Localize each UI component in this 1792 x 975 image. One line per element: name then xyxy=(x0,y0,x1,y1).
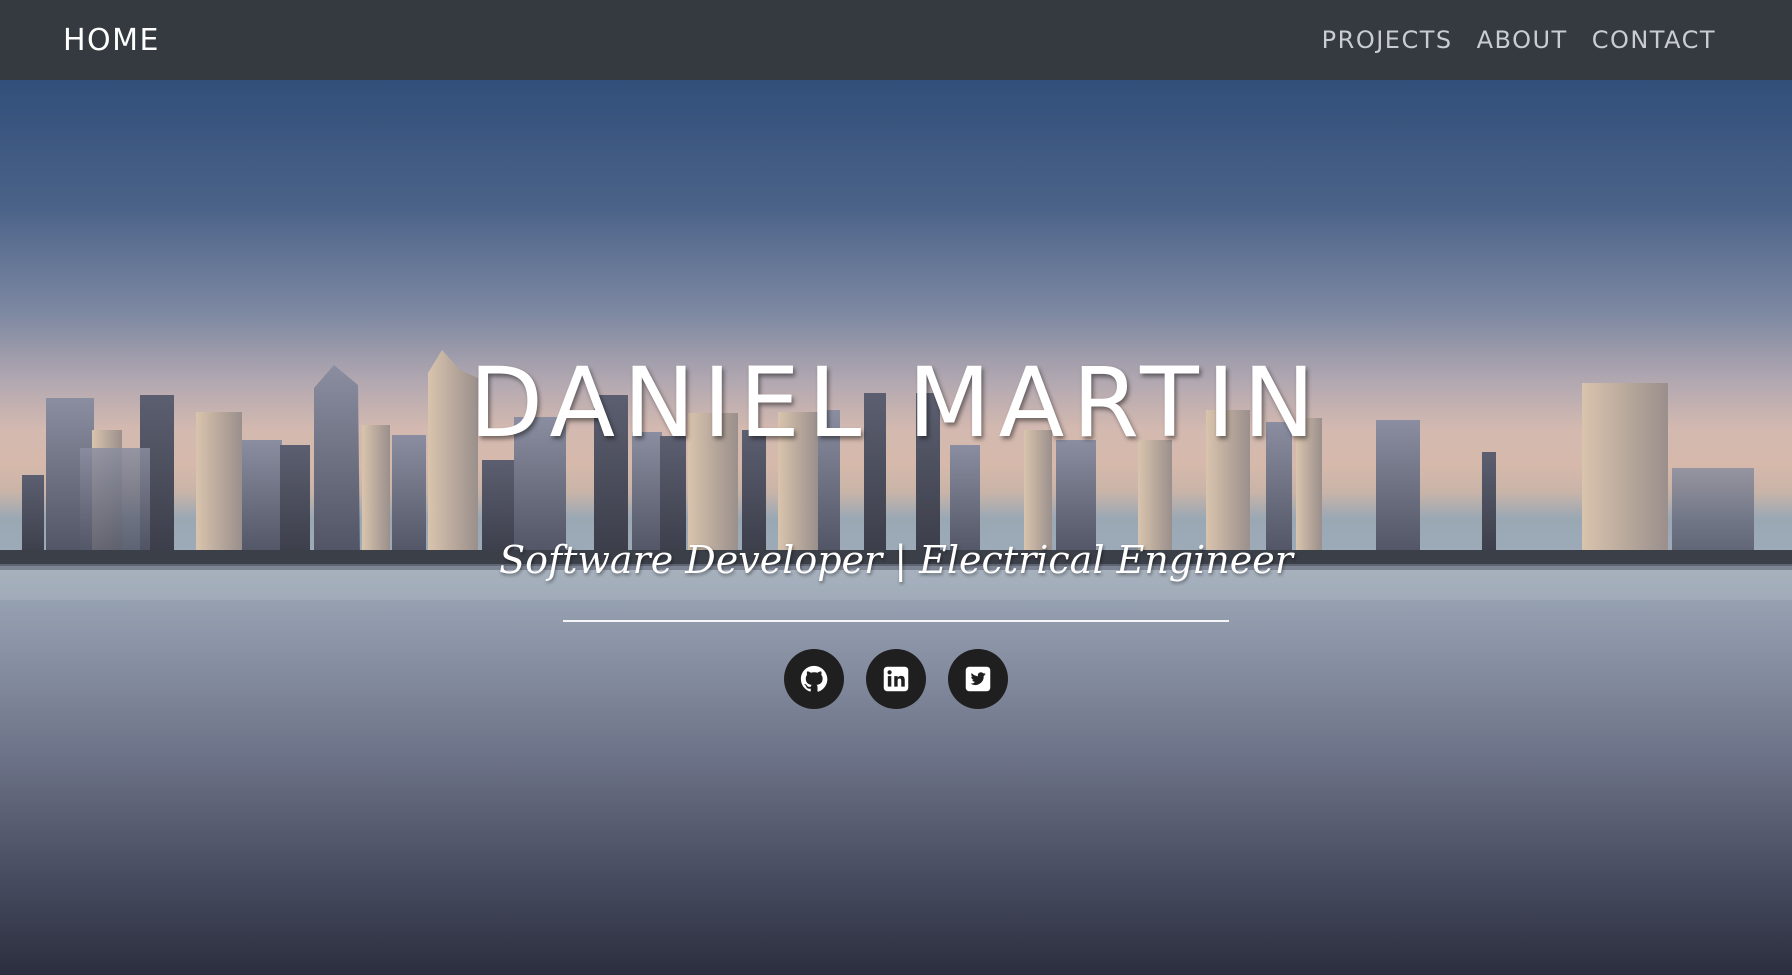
hero-divider xyxy=(563,620,1229,622)
twitter-link[interactable] xyxy=(948,649,1008,709)
nav-link-about[interactable]: ABOUT xyxy=(1477,26,1568,54)
navbar: HOME PROJECTS ABOUT CONTACT xyxy=(0,0,1792,80)
hero-subtitle: Software Developer | Electrical Engineer xyxy=(499,538,1293,582)
hero-content: DANIEL MARTIN Software Developer | Elect… xyxy=(0,80,1792,975)
social-links xyxy=(0,649,1792,709)
hero-title: DANIEL MARTIN xyxy=(469,347,1323,459)
hero-section: DANIEL MARTIN Software Developer | Elect… xyxy=(0,80,1792,975)
github-link[interactable] xyxy=(784,649,844,709)
home-link[interactable]: HOME xyxy=(63,23,160,58)
linkedin-icon xyxy=(883,666,909,692)
linkedin-link[interactable] xyxy=(866,649,926,709)
nav-link-projects[interactable]: PROJECTS xyxy=(1322,26,1453,54)
nav-link-contact[interactable]: CONTACT xyxy=(1592,26,1716,54)
twitter-icon xyxy=(965,666,991,692)
github-icon xyxy=(800,665,828,692)
nav-links: PROJECTS ABOUT CONTACT xyxy=(1322,26,1716,54)
